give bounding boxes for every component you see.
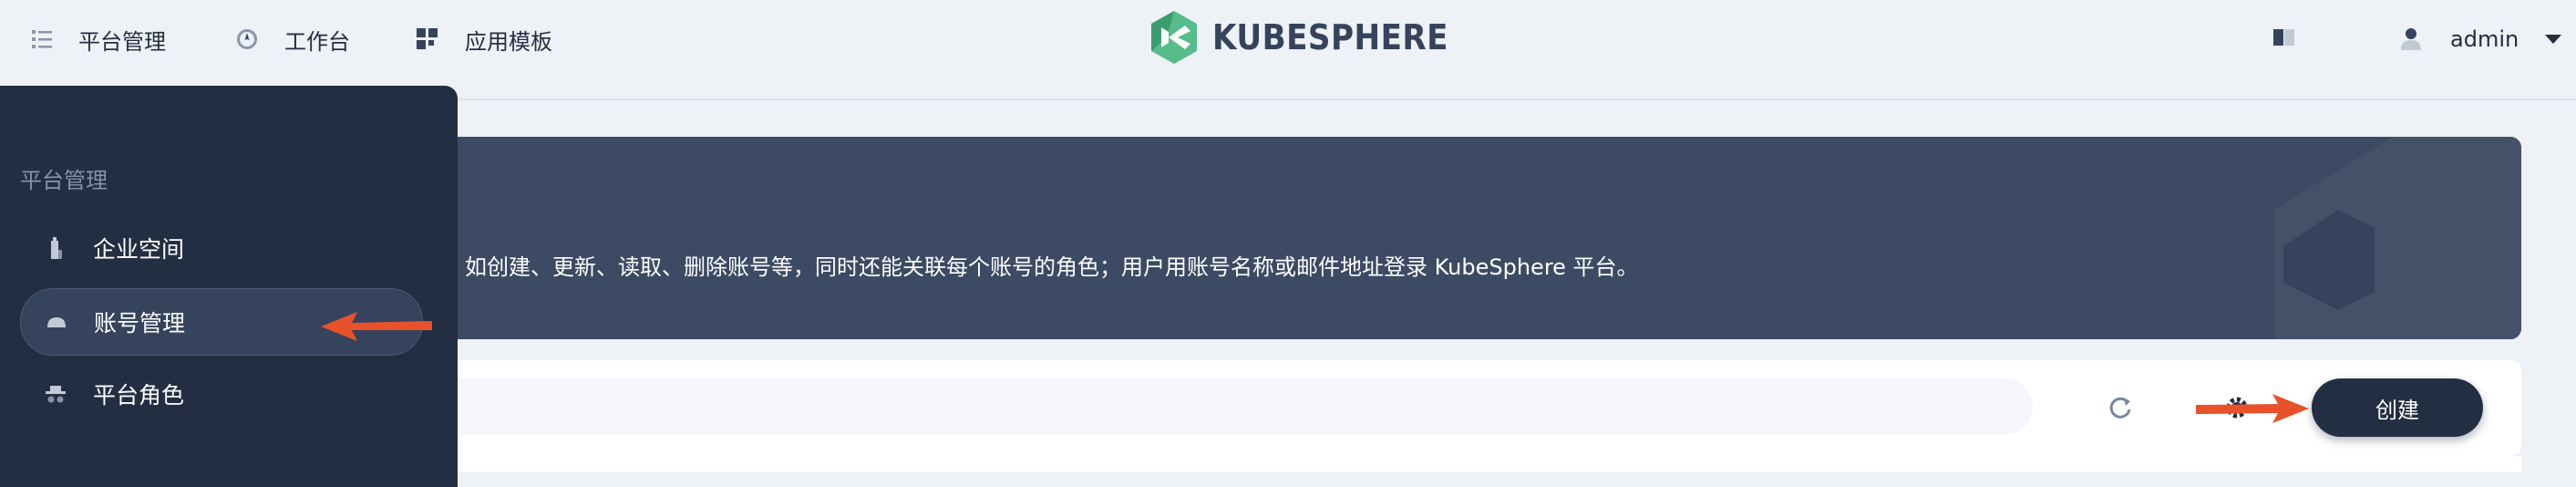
nav-workbench-label: 工作台 <box>284 28 350 55</box>
header-divider <box>456 98 2576 100</box>
user-menu[interactable]: admin <box>2399 26 2562 53</box>
nav-platform-management-label: 平台管理 <box>78 28 166 55</box>
enterprise-icon <box>42 234 69 262</box>
search-input[interactable] <box>401 378 2033 435</box>
list-icon <box>32 30 52 48</box>
book-icon <box>2273 29 2294 46</box>
menu-item-workspaces[interactable]: 企业空间 <box>20 215 421 281</box>
banner-decoration-icon <box>2274 137 2521 339</box>
compass-icon <box>237 29 257 49</box>
menu-item-label: 账号管理 <box>94 310 186 337</box>
kubesphere-logo-icon <box>1151 11 1197 64</box>
platform-management-menu: 平台管理 企业空间 账号管理 平台角色 <box>0 86 458 487</box>
logo-text: KUBESPHERE <box>1212 17 1448 57</box>
chevron-down-icon <box>2545 35 2562 44</box>
page-banner: 如创建、更新、读取、删除账号等，同时还能关联每个账号的角色；用户用账号名称或邮件… <box>401 137 2521 339</box>
nav-app-templates-label: 应用模板 <box>465 28 552 55</box>
annotation-arrow-left-icon <box>321 312 432 341</box>
doc-toggle-button[interactable] <box>2272 26 2297 49</box>
menu-item-platform-roles[interactable]: 平台角色 <box>20 361 421 427</box>
menu-item-label: 企业空间 <box>93 236 185 263</box>
nav-platform-management[interactable]: 平台管理 <box>29 20 166 58</box>
refresh-icon[interactable] <box>2106 393 2135 422</box>
table-area <box>456 456 2521 472</box>
menu-title: 平台管理 <box>20 168 108 193</box>
nav-workbench[interactable]: 工作台 <box>233 20 350 58</box>
annotation-arrow-right-icon <box>2196 394 2309 423</box>
account-icon <box>43 308 70 336</box>
role-icon <box>42 380 69 408</box>
username: admin <box>2450 26 2519 52</box>
nav-app-templates[interactable]: 应用模板 <box>414 20 552 58</box>
grid-icon <box>417 28 438 49</box>
kubesphere-logo[interactable]: KUBESPHERE <box>1149 9 1475 66</box>
top-navbar: 平台管理 工作台 应用模板 KUBESPHERE admin <box>0 0 2576 78</box>
menu-item-label: 平台角色 <box>93 382 185 409</box>
user-icon <box>2401 28 2421 50</box>
create-button[interactable]: 创建 <box>2312 378 2483 437</box>
banner-description: 如创建、更新、读取、删除账号等，同时还能关联每个账号的角色；用户用账号名称或邮件… <box>465 254 1639 280</box>
